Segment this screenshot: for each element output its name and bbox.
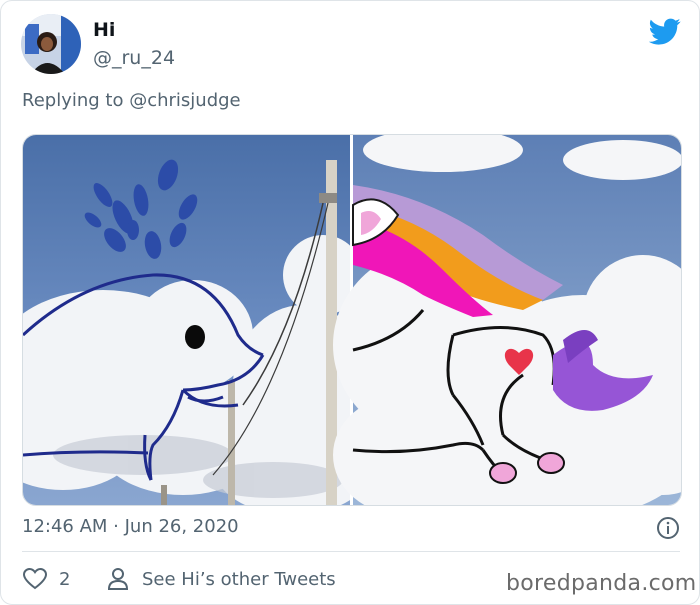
replying-to[interactable]: Replying to @chrisjudge <box>22 90 241 111</box>
avatar[interactable] <box>21 14 81 74</box>
unicorn-cloud-photo <box>333 135 681 505</box>
other-tweets-link[interactable]: See Hi’s other Tweets <box>142 569 336 590</box>
info-icon[interactable] <box>656 516 680 540</box>
display-name[interactable]: Hi <box>93 19 115 41</box>
tweet-timestamp[interactable]: 12:46 AM · Jun 26, 2020 <box>22 516 239 537</box>
watermark: boredpanda.com <box>506 571 697 596</box>
tweet-card: Hi @_ru_24 Replying to @chrisjudge 12:46… <box>0 0 700 605</box>
whale-cloud-photo <box>23 135 373 505</box>
like-count[interactable]: 2 <box>59 569 70 590</box>
twitter-bird-icon[interactable] <box>648 15 681 47</box>
person-icon[interactable] <box>107 567 129 591</box>
divider <box>22 551 680 552</box>
tweet-media[interactable] <box>22 134 682 506</box>
heart-icon[interactable] <box>22 567 48 590</box>
user-handle[interactable]: @_ru_24 <box>93 47 175 69</box>
